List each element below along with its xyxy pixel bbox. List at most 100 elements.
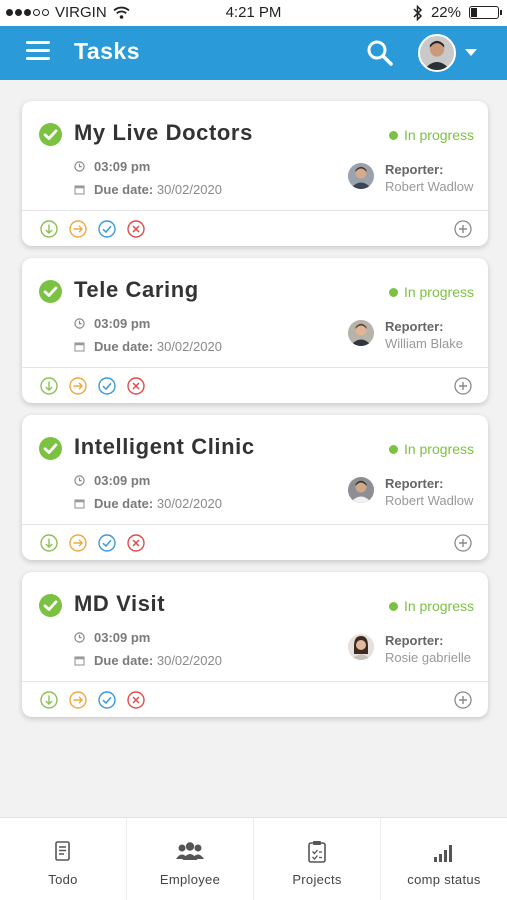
task-title[interactable]: Tele Caring — [74, 277, 199, 303]
add-plus-icon[interactable] — [454, 534, 472, 552]
completed-check-icon[interactable] — [39, 280, 62, 303]
status-badge: In progress — [388, 598, 474, 614]
reporter-avatar — [348, 477, 374, 503]
task-title[interactable]: MD Visit — [74, 591, 165, 617]
reporter-avatar — [348, 320, 374, 346]
task-time: 03:09 pm — [74, 630, 150, 645]
completed-check-icon[interactable] — [39, 594, 62, 617]
reporter-label: Reporter: — [385, 476, 444, 491]
completed-check-icon[interactable] — [39, 437, 62, 460]
reporter-info: Reporter: Robert Wadlow — [385, 161, 473, 195]
clock-icon — [74, 161, 85, 172]
forward-arrow-icon[interactable] — [69, 691, 87, 709]
task-due-date: Due date: 30/02/2020 — [74, 653, 222, 668]
nav-item-todo[interactable]: Todo — [0, 818, 127, 900]
task-card[interactable]: My Live Doctors In progress 03:09 pm Due… — [22, 101, 488, 246]
status-label: In progress — [403, 284, 474, 300]
clock-icon — [74, 475, 85, 486]
reporter-label: Reporter: — [385, 633, 444, 648]
calendar-icon — [74, 656, 85, 666]
task-actions — [40, 220, 145, 238]
search-icon[interactable] — [366, 39, 394, 67]
status-dot-icon — [388, 287, 398, 297]
card-divider — [22, 367, 488, 368]
status-dot-icon — [388, 444, 398, 454]
account-dropdown-caret-icon[interactable] — [465, 49, 477, 56]
status-bar: VIRGIN 4:21 PM 22% — [0, 0, 507, 26]
reporter-name: Robert Wadlow — [385, 493, 474, 508]
done-check-icon[interactable] — [98, 534, 116, 552]
todo-icon — [55, 841, 70, 861]
status-label: In progress — [403, 441, 474, 457]
bottom-nav: Todo Employee Projects comp status — [0, 817, 507, 900]
done-check-icon[interactable] — [98, 377, 116, 395]
reporter-label: Reporter: — [385, 162, 444, 177]
task-time: 03:09 pm — [74, 159, 150, 174]
cancel-x-icon[interactable] — [127, 534, 145, 552]
add-plus-icon[interactable] — [454, 377, 472, 395]
nav-item-comp-status[interactable]: comp status — [381, 818, 507, 900]
task-time: 03:09 pm — [74, 473, 150, 488]
done-check-icon[interactable] — [98, 691, 116, 709]
task-time: 03:09 pm — [74, 316, 150, 331]
due-value: 30/02/2020 — [156, 182, 222, 197]
nav-item-projects[interactable]: Projects — [254, 818, 381, 900]
battery-icon — [469, 6, 502, 19]
task-card[interactable]: MD Visit In progress 03:09 pm Due date: … — [22, 572, 488, 717]
hamburger-menu-icon[interactable] — [26, 41, 50, 61]
due-label: Due date: — [94, 496, 154, 511]
done-check-icon[interactable] — [98, 220, 116, 238]
status-dot-icon — [388, 130, 398, 140]
reporter-name: Robert Wadlow — [385, 179, 474, 194]
due-label: Due date: — [94, 182, 154, 197]
forward-arrow-icon[interactable] — [69, 377, 87, 395]
task-card[interactable]: Tele Caring In progress 03:09 pm Due dat… — [22, 258, 488, 403]
user-avatar[interactable] — [418, 34, 456, 72]
task-list: My Live Doctors In progress 03:09 pm Due… — [22, 101, 488, 729]
forward-arrow-icon[interactable] — [69, 534, 87, 552]
clock-icon — [74, 318, 85, 329]
clock-icon — [74, 632, 85, 643]
add-plus-icon[interactable] — [454, 691, 472, 709]
task-title[interactable]: Intelligent Clinic — [74, 434, 255, 460]
calendar-icon — [74, 342, 85, 352]
cancel-x-icon[interactable] — [127, 691, 145, 709]
download-arrow-icon[interactable] — [40, 691, 58, 709]
reporter-info: Reporter: William Blake — [385, 318, 463, 352]
reporter-name: William Blake — [385, 336, 464, 351]
task-title[interactable]: My Live Doctors — [74, 120, 253, 146]
reporter-avatar — [348, 163, 374, 189]
time-value: 03:09 pm — [94, 159, 151, 174]
card-divider — [22, 524, 488, 525]
card-divider — [22, 210, 488, 211]
due-value: 30/02/2020 — [156, 339, 222, 354]
download-arrow-icon[interactable] — [40, 534, 58, 552]
reporter-label: Reporter: — [385, 319, 444, 334]
task-actions — [40, 534, 145, 552]
cancel-x-icon[interactable] — [127, 220, 145, 238]
projects-icon — [308, 841, 326, 863]
status-label: In progress — [403, 598, 474, 614]
card-divider — [22, 681, 488, 682]
download-arrow-icon[interactable] — [40, 377, 58, 395]
due-value: 30/02/2020 — [156, 496, 222, 511]
nav-label: Projects — [292, 872, 342, 887]
battery-percent: 22% — [430, 4, 461, 21]
due-label: Due date: — [94, 653, 154, 668]
status-badge: In progress — [388, 127, 474, 143]
add-plus-icon[interactable] — [454, 220, 472, 238]
nav-item-employee[interactable]: Employee — [127, 818, 254, 900]
cancel-x-icon[interactable] — [127, 377, 145, 395]
completed-check-icon[interactable] — [39, 123, 62, 146]
status-badge: In progress — [388, 441, 474, 457]
forward-arrow-icon[interactable] — [69, 220, 87, 238]
status-badge: In progress — [388, 284, 474, 300]
download-arrow-icon[interactable] — [40, 220, 58, 238]
task-actions — [40, 691, 145, 709]
task-due-date: Due date: 30/02/2020 — [74, 496, 222, 511]
task-due-date: Due date: 30/02/2020 — [74, 182, 222, 197]
nav-label: Todo — [48, 872, 78, 887]
task-due-date: Due date: 30/02/2020 — [74, 339, 222, 354]
task-card[interactable]: Intelligent Clinic In progress 03:09 pm … — [22, 415, 488, 560]
app-bar: Tasks — [0, 26, 507, 80]
